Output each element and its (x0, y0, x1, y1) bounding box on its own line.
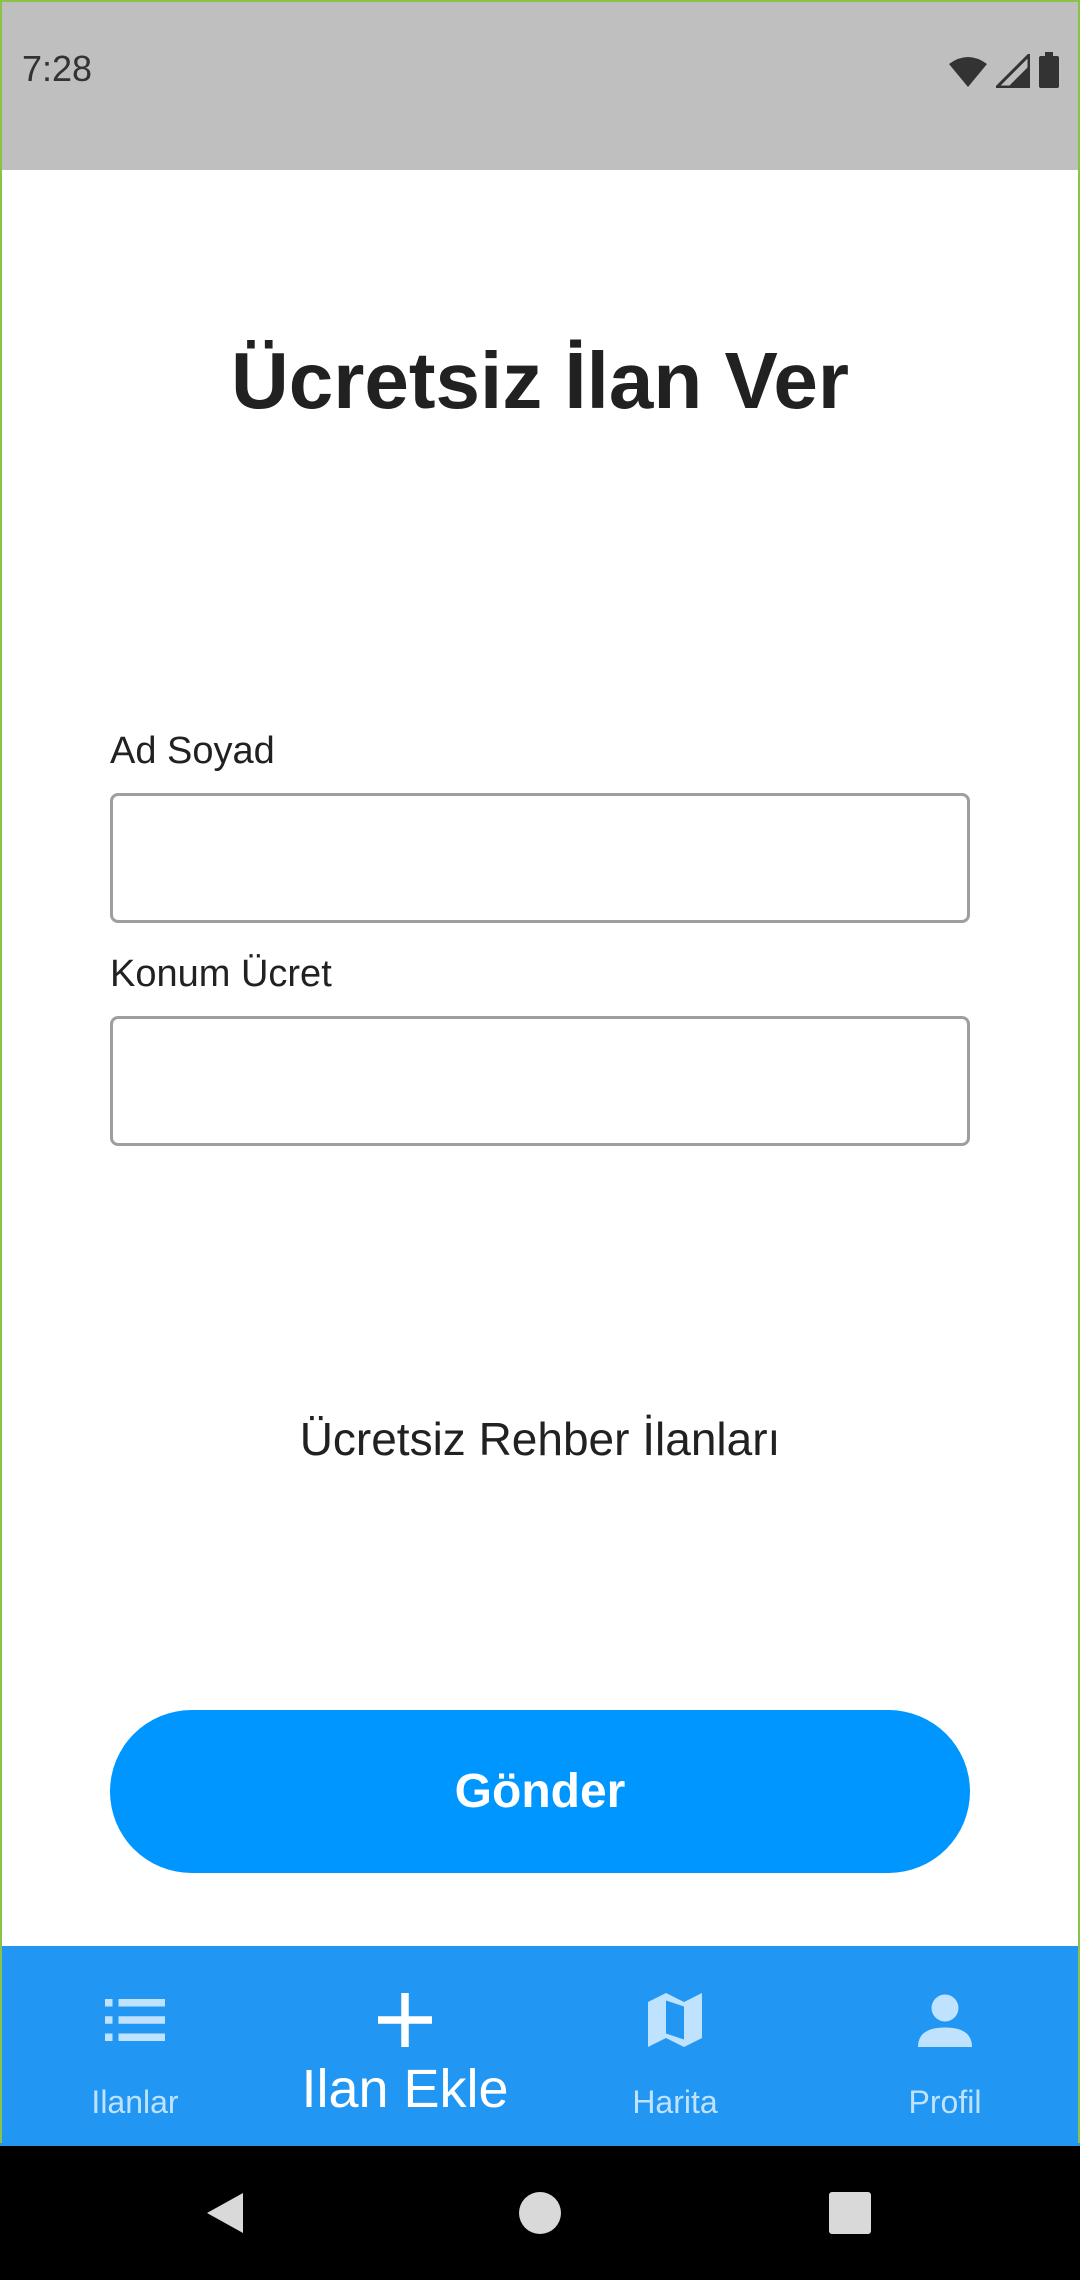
nav-label-map: Harita (632, 2084, 718, 2120)
free-guide-listings-link[interactable]: Ücretsiz Rehber İlanları (0, 1412, 1080, 1466)
battery-icon (1039, 52, 1059, 88)
location-field-label: Konum Ücret (110, 953, 332, 995)
status-icons (948, 48, 1060, 88)
wifi-icon (949, 57, 987, 87)
name-field-label: Ad Soyad (110, 730, 275, 772)
status-time: 7:28 (22, 48, 93, 89)
nav-label-add-listing: Ilan Ekle (301, 2059, 509, 2119)
home-icon[interactable] (516, 2189, 564, 2237)
nav-item-map[interactable]: Harita (540, 1946, 810, 2146)
cellular-signal-icon (996, 54, 1030, 88)
nav-item-profile[interactable]: Profil (810, 1946, 1080, 2146)
map-icon (648, 1993, 702, 2047)
bottom-navigation: Ilanlar Ilan Ekle Harita Profil (0, 1946, 1080, 2146)
recents-icon[interactable] (826, 2189, 874, 2237)
nav-item-listings[interactable]: Ilanlar (0, 1946, 270, 2146)
person-icon (918, 1994, 972, 2047)
nav-label-profile: Profil (908, 2084, 982, 2120)
page-title: Ücretsiz İlan Ver (230, 336, 850, 425)
submit-button[interactable]: Gönder (110, 1710, 970, 1873)
system-navigation-bar (0, 2146, 1080, 2280)
name-input[interactable] (110, 793, 970, 923)
plus-icon (378, 1993, 432, 2047)
nav-item-add-listing[interactable]: Ilan Ekle (270, 1946, 540, 2146)
status-bar: 7:28 (0, 0, 1080, 170)
nav-label-listings: Ilanlar (91, 2084, 179, 2120)
back-icon[interactable] (201, 2189, 249, 2237)
location-fee-input[interactable] (110, 1016, 970, 1146)
list-icon (105, 1999, 165, 2041)
